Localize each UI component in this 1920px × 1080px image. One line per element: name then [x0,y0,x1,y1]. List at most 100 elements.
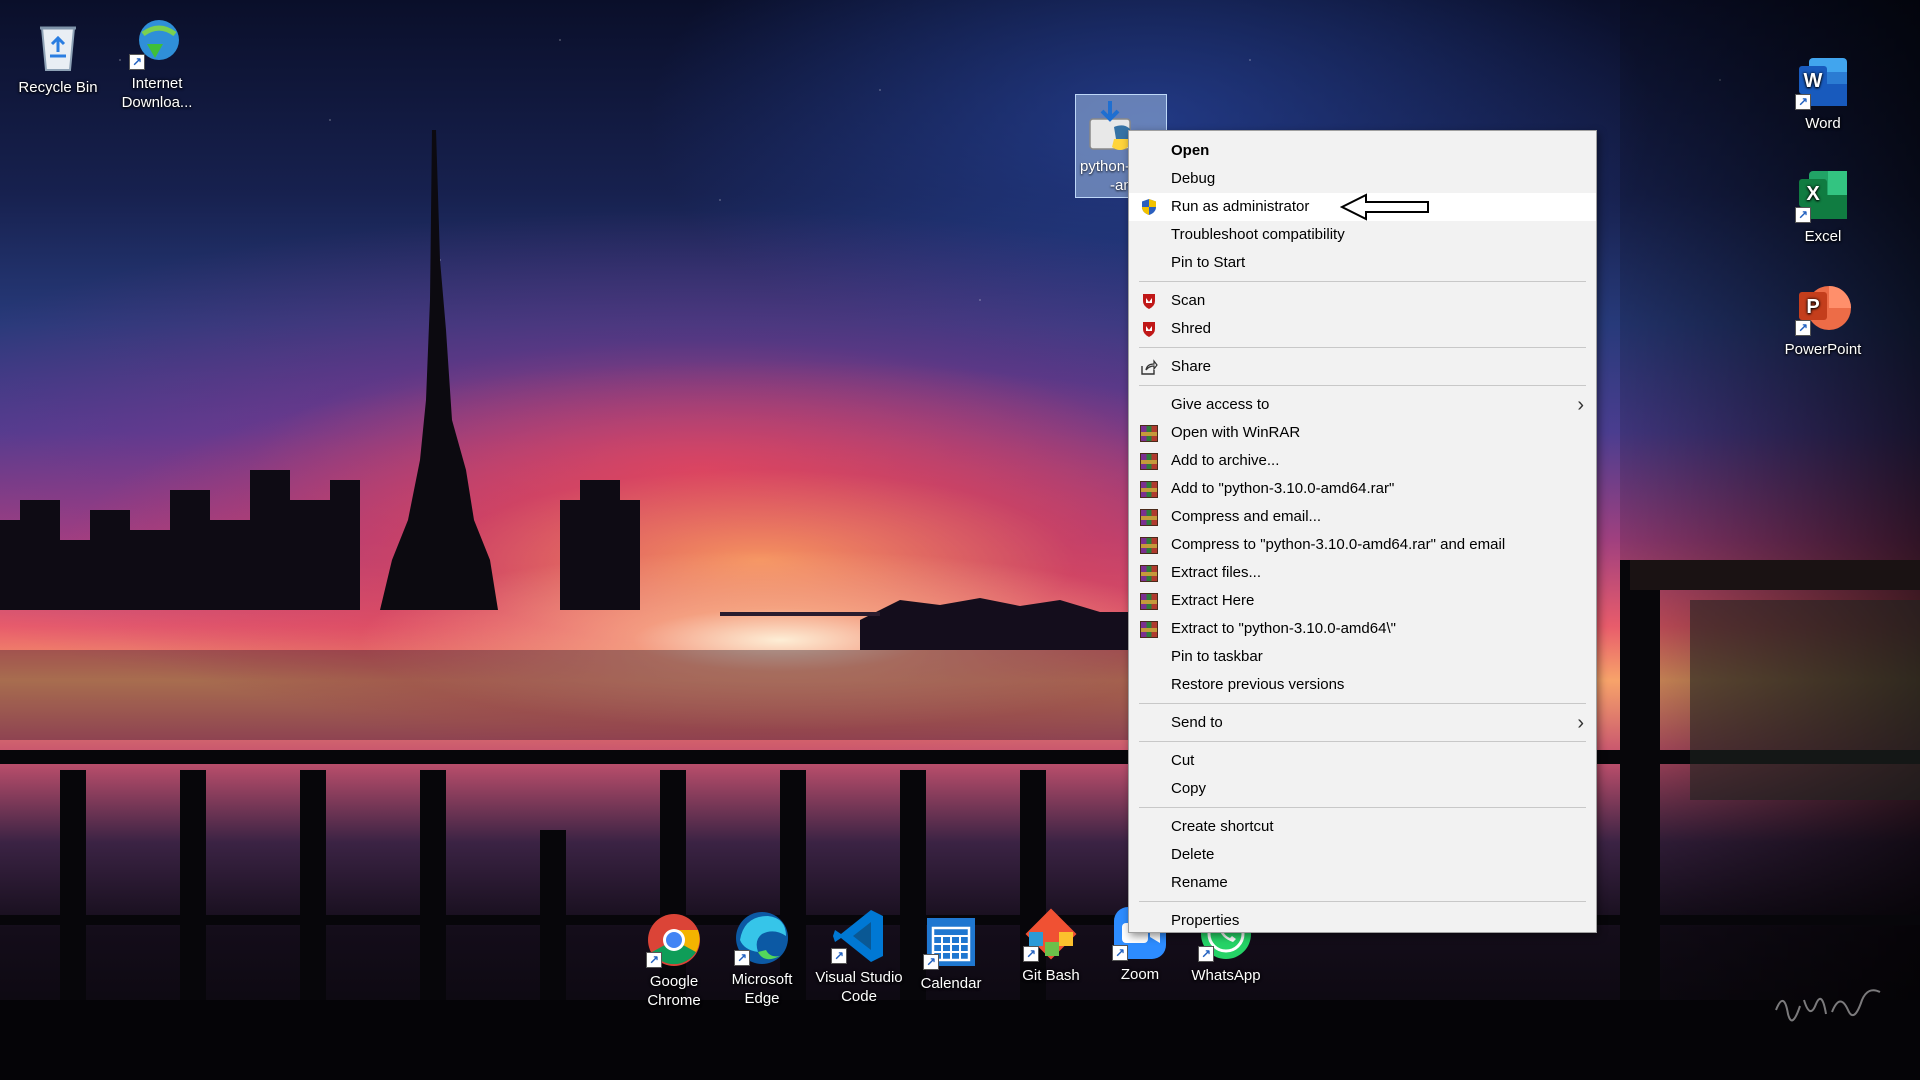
desktop-icon-powerpoint[interactable]: P ↗ PowerPoint [1777,280,1869,359]
shortcut-arrow-icon: ↗ [1795,320,1811,336]
desktop-icon-label: Calendar [920,975,982,992]
menu-item-send-to[interactable]: Send to › [1129,709,1596,737]
menu-item-restore-previous-versions[interactable]: Restore previous versions [1129,671,1596,699]
internet-download-manager-icon: ↗ [129,14,185,70]
menu-item-label: Extract to "python-3.10.0-amd64\" [1171,620,1396,637]
menu-separator [1139,281,1586,282]
desktop-icon-label: PowerPoint [1784,341,1862,358]
mcafee-icon [1140,320,1158,338]
desktop-icon-label: Microsoft Edge [731,971,793,1007]
recycle-bin-icon [30,18,86,74]
desktop-icon-recycle-bin[interactable]: Recycle Bin [12,18,104,97]
menu-item-compress-to-rar-and-email[interactable]: Compress to "python-3.10.0-amd64.rar" an… [1129,531,1596,559]
menu-item-compress-and-email[interactable]: Compress and email... [1129,503,1596,531]
uac-shield-icon [1140,198,1158,216]
menu-separator [1139,807,1586,808]
menu-item-label: Extract files... [1171,564,1262,581]
desktop-icon-microsoft-edge[interactable]: ↗ Microsoft Edge [716,910,808,1008]
menu-item-copy[interactable]: Copy [1129,775,1596,803]
winrar-icon [1140,565,1158,582]
menu-item-label: Open with WinRAR [1171,424,1301,441]
menu-item-label: Open [1171,142,1210,159]
excel-icon: X ↗ [1795,167,1851,223]
menu-item-label: Properties [1171,912,1240,929]
desktop-icon-internet-download-manager[interactable]: ↗ Internet Downloa... [111,14,203,112]
menu-item-extract-to-folder[interactable]: Extract to "python-3.10.0-amd64\" [1129,615,1596,643]
shortcut-arrow-icon: ↗ [1023,946,1039,962]
winrar-icon [1140,453,1158,470]
desktop-icon-git-bash[interactable]: ↗ Git Bash [1005,906,1097,985]
menu-item-label: Copy [1171,780,1207,797]
menu-item-label: Debug [1171,170,1216,187]
desktop-icon-word[interactable]: W ↗ Word [1777,54,1869,133]
menu-item-scan[interactable]: Scan [1129,287,1596,315]
menu-item-label: Send to [1171,714,1223,731]
menu-item-debug[interactable]: Debug [1129,165,1596,193]
desktop-icon-label: WhatsApp [1191,967,1261,984]
context-menu: Open Debug Run as administrator Troubles… [1128,130,1597,933]
menu-separator [1139,901,1586,902]
menu-item-delete[interactable]: Delete [1129,841,1596,869]
svg-text:W: W [1804,70,1823,92]
menu-item-label: Shred [1171,320,1212,337]
shortcut-arrow-icon: ↗ [1112,945,1128,961]
menu-item-label: Share [1171,358,1212,375]
winrar-icon [1140,509,1158,526]
winrar-icon [1140,481,1158,498]
desktop-icon-label: Google Chrome [647,973,701,1009]
menu-separator [1139,703,1586,704]
menu-item-cut[interactable]: Cut [1129,747,1596,775]
menu-item-troubleshoot-compatibility[interactable]: Troubleshoot compatibility [1129,221,1596,249]
menu-item-add-to-archive[interactable]: Add to archive... [1129,447,1596,475]
menu-item-extract-files[interactable]: Extract files... [1129,559,1596,587]
menu-item-shred[interactable]: Shred [1129,315,1596,343]
chrome-icon: ↗ [646,912,702,968]
menu-item-label: Give access to [1171,396,1270,413]
menu-item-label: Cut [1171,752,1195,769]
desktop-icon-calendar[interactable]: ↗ Calendar [905,914,997,993]
shortcut-arrow-icon: ↗ [1795,207,1811,223]
desktop-icon-visual-studio-code[interactable]: ↗ Visual Studio Code [813,908,905,1006]
menu-separator [1139,385,1586,386]
menu-item-label: Rename [1171,874,1228,891]
menu-item-open-with-winrar[interactable]: Open with WinRAR [1129,419,1596,447]
shortcut-arrow-icon: ↗ [646,952,662,968]
menu-separator [1139,741,1586,742]
menu-item-create-shortcut[interactable]: Create shortcut [1129,813,1596,841]
desktop-icon-google-chrome[interactable]: ↗ Google Chrome [628,912,720,1010]
menu-separator [1139,347,1586,348]
menu-item-open[interactable]: Open [1129,137,1596,165]
chevron-right-icon: › [1577,712,1584,734]
menu-item-label: Compress and email... [1171,508,1322,525]
menu-item-extract-here[interactable]: Extract Here [1129,587,1596,615]
menu-item-rename[interactable]: Rename [1129,869,1596,897]
menu-item-add-to-rar[interactable]: Add to "python-3.10.0-amd64.rar" [1129,475,1596,503]
menu-item-pin-to-taskbar[interactable]: Pin to taskbar [1129,643,1596,671]
desktop-icon-excel[interactable]: X ↗ Excel [1777,167,1869,246]
menu-item-label: Add to "python-3.10.0-amd64.rar" [1171,480,1395,497]
menu-item-label: Add to archive... [1171,452,1280,469]
chevron-right-icon: › [1577,394,1584,416]
winrar-icon [1140,425,1158,442]
shortcut-arrow-icon: ↗ [923,954,939,970]
svg-text:P: P [1806,296,1819,318]
menu-item-give-access-to[interactable]: Give access to › [1129,391,1596,419]
desktop-icon-label: Recycle Bin [18,79,98,96]
powerpoint-icon: P ↗ [1795,280,1851,336]
menu-item-label: Run as administrator [1171,198,1310,215]
menu-item-share[interactable]: Share [1129,353,1596,381]
vscode-icon: ↗ [831,908,887,964]
menu-item-label: Restore previous versions [1171,676,1345,693]
edge-icon: ↗ [734,910,790,966]
menu-item-label: Create shortcut [1171,818,1274,835]
winrar-icon [1140,621,1158,638]
desktop-icon-label: Internet Downloa... [121,75,193,111]
shortcut-arrow-icon: ↗ [129,54,145,70]
menu-item-label: Troubleshoot compatibility [1171,226,1345,243]
menu-item-pin-to-start[interactable]: Pin to Start [1129,249,1596,277]
menu-item-label: Compress to "python-3.10.0-amd64.rar" an… [1171,536,1506,553]
desktop-icon-label: Excel [1804,228,1842,245]
mcafee-icon [1140,292,1158,310]
menu-item-properties[interactable]: Properties [1129,907,1596,935]
winrar-icon [1140,537,1158,554]
